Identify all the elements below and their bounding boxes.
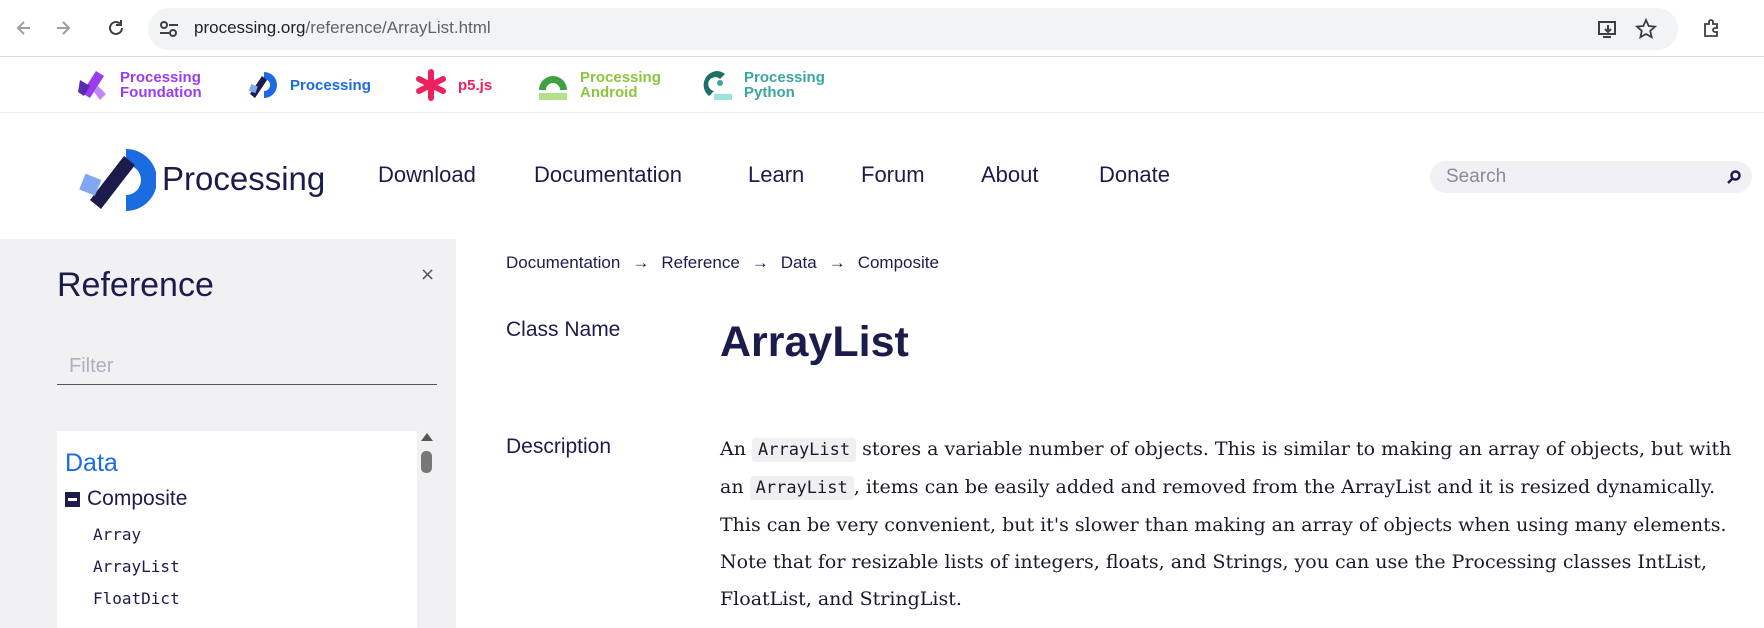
- site-search: [1430, 161, 1752, 193]
- processing-logo-icon: [79, 149, 156, 211]
- url-path: /reference/ArrayList.html: [305, 18, 491, 37]
- description-segment: , items can be easily added and removed …: [720, 476, 1727, 610]
- scroll-up-icon[interactable]: [421, 433, 433, 441]
- p5js-asterisk-icon: [416, 69, 446, 101]
- extensions-icon[interactable]: [1698, 14, 1726, 42]
- breadcrumb-data[interactable]: Data: [781, 253, 817, 273]
- breadcrumb-separator: →: [828, 253, 846, 272]
- nav-donate[interactable]: Donate: [1099, 162, 1170, 188]
- address-bar[interactable]: processing.org/reference/ArrayList.html: [148, 8, 1678, 50]
- breadcrumb-documentation[interactable]: Documentation: [506, 253, 620, 273]
- tree-subcategory-label: Composite: [87, 487, 188, 510]
- tree-item-array[interactable]: Array: [93, 525, 141, 544]
- browser-toolbar: processing.org/reference/ArrayList.html: [0, 0, 1764, 57]
- code-arraylist: ArrayList: [752, 438, 857, 462]
- collapse-icon[interactable]: [65, 491, 80, 507]
- nav-download[interactable]: Download: [378, 162, 476, 188]
- site-header: Processing Download Documentation Learn …: [0, 113, 1764, 239]
- foundation-link-processing-android[interactable]: Processing Android: [536, 65, 661, 105]
- breadcrumb: Documentation → Reference → Data → Compo…: [506, 253, 939, 273]
- tree-subcategory-composite[interactable]: Composite: [65, 487, 187, 511]
- logo-text: Processing: [162, 160, 326, 197]
- foundation-bar: Processing Foundation Processing p5.js P…: [0, 57, 1764, 113]
- close-icon[interactable]: ×: [420, 264, 435, 285]
- reference-sidebar: Reference × Data Composite Array ArrayLi…: [0, 239, 456, 628]
- reload-icon[interactable]: [102, 14, 130, 42]
- nav-learn[interactable]: Learn: [748, 162, 804, 188]
- page-title: ArrayList: [720, 318, 909, 366]
- foundation-link-label: p5.js: [458, 76, 493, 94]
- star-icon[interactable]: [1633, 16, 1659, 42]
- foundation-link-label: Processing: [290, 76, 371, 94]
- nav-forum[interactable]: Forum: [861, 162, 925, 188]
- url-host: processing.org: [194, 18, 306, 37]
- description-text: An ArrayList stores a variable number of…: [720, 431, 1750, 618]
- install-icon[interactable]: [1595, 16, 1621, 42]
- processing-logo[interactable]: Processing: [76, 146, 325, 212]
- foundation-link-processing[interactable]: Processing: [246, 65, 371, 105]
- nav-documentation[interactable]: Documentation: [534, 162, 682, 188]
- tree-item-arraylist[interactable]: ArrayList: [93, 557, 180, 576]
- foundation-link-p5js[interactable]: p5.js: [414, 65, 492, 105]
- foundation-link-label: Processing Android: [580, 69, 661, 101]
- site-info-icon[interactable]: [158, 19, 180, 39]
- foundation-link-label: Processing Python: [744, 69, 825, 101]
- breadcrumb-reference[interactable]: Reference: [661, 253, 739, 273]
- url-text[interactable]: processing.org/reference/ArrayList.html: [194, 18, 491, 38]
- foundation-link-label: Processing Foundation: [120, 69, 202, 101]
- class-name-label: Class Name: [506, 318, 621, 341]
- description-label: Description: [506, 435, 612, 458]
- description-segment: An: [720, 438, 752, 460]
- search-input[interactable]: [1446, 165, 1716, 189]
- processing-foundation-logo-icon: [78, 71, 106, 100]
- tree-category-data[interactable]: Data: [65, 449, 118, 478]
- code-arraylist: ArrayList: [749, 476, 854, 500]
- sidebar-title: Reference: [57, 266, 214, 304]
- search-icon[interactable]: [1726, 169, 1742, 185]
- breadcrumb-separator: →: [751, 253, 769, 272]
- scrollbar-thumb[interactable]: [421, 451, 432, 473]
- back-icon[interactable]: [10, 14, 38, 42]
- breadcrumb-composite[interactable]: Composite: [858, 253, 939, 273]
- processing-python-logo-icon: [703, 71, 732, 100]
- forward-icon[interactable]: [49, 14, 77, 42]
- nav-about[interactable]: About: [981, 162, 1039, 188]
- breadcrumb-separator: →: [632, 253, 650, 272]
- sidebar-scrollbar[interactable]: [417, 431, 437, 628]
- foundation-link-processing-foundation[interactable]: Processing Foundation: [76, 65, 202, 105]
- filter-input[interactable]: [57, 349, 437, 385]
- processing-logo-icon: [248, 72, 277, 98]
- foundation-link-processing-python[interactable]: Processing Python: [700, 65, 825, 105]
- reference-tree: Data Composite Array ArrayList FloatDict: [57, 431, 417, 628]
- processing-android-logo-icon: [539, 76, 567, 100]
- tree-item-floatdict[interactable]: FloatDict: [93, 589, 180, 608]
